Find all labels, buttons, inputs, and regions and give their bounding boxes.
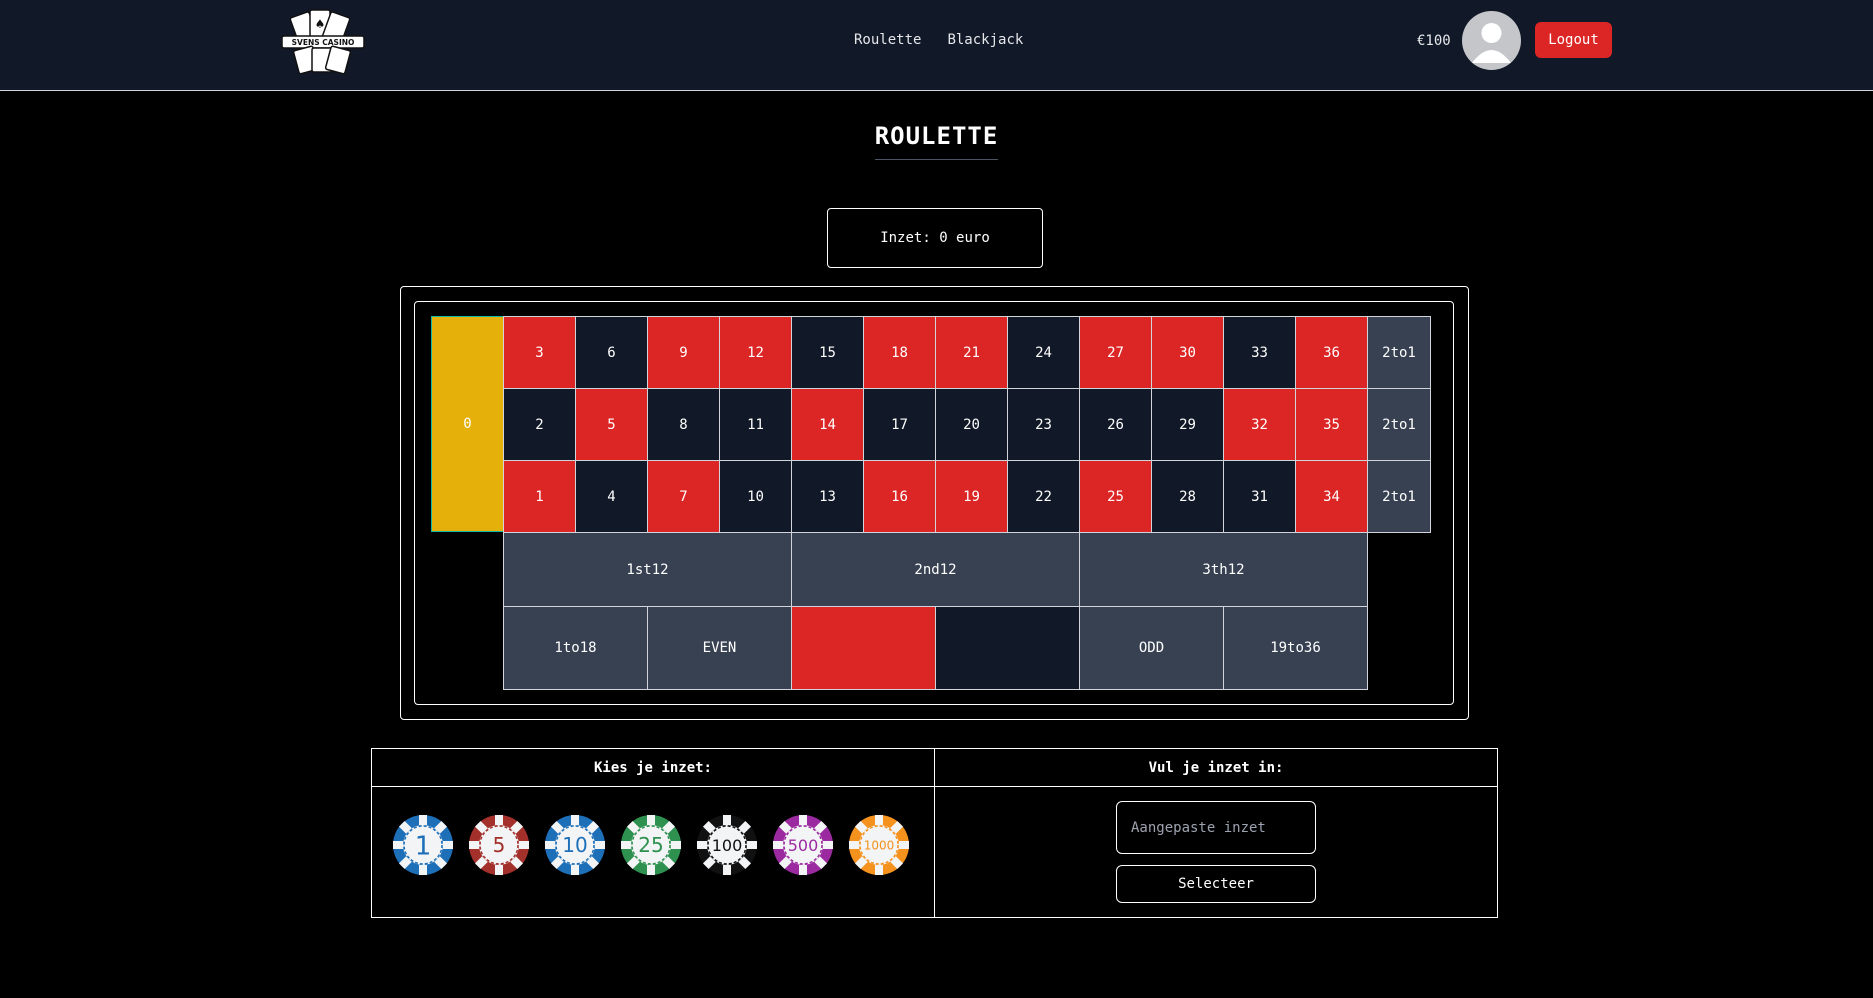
select-button[interactable]: Selecteer [1116,865,1316,903]
cell-number-30[interactable]: 30 [1151,316,1224,389]
chip-5[interactable]: 5 [468,814,530,876]
cell-number-13[interactable]: 13 [791,460,864,533]
cell-red[interactable] [791,606,936,690]
stake-display: Inzet: 0 euro [827,208,1043,268]
cell-number-9[interactable]: 9 [647,316,720,389]
poker-chip-icon: 500 [773,815,833,875]
cell-number-18[interactable]: 18 [863,316,936,389]
cell-number-7[interactable]: 7 [647,460,720,533]
cell-number-21[interactable]: 21 [935,316,1008,389]
cell-number-34[interactable]: 34 [1295,460,1368,533]
chip-500[interactable]: 500 [772,814,834,876]
cell-19to36[interactable]: 19to36 [1223,606,1368,690]
cell-number-33[interactable]: 33 [1223,316,1296,389]
logout-button[interactable]: Logout [1535,22,1612,58]
cell-number-36[interactable]: 36 [1295,316,1368,389]
cell-number-16[interactable]: 16 [863,460,936,533]
chip-row: 1 5 10 25 100 500 1000 [392,814,910,876]
cell-number-20[interactable]: 20 [935,388,1008,461]
cell-zero[interactable]: 0 [431,316,504,532]
choose-bet-heading: Kies je inzet: [593,759,712,776]
cell-number-4[interactable]: 4 [575,460,648,533]
svens-casino-logo[interactable]: ♠ SVENS CASINO [280,8,366,75]
cell-odd[interactable]: ODD [1079,606,1224,690]
balance-display: €100 [1417,33,1451,49]
cell-column-bet[interactable]: 2to1 [1367,316,1431,389]
bet-panel: Kies je inzet: Vul je inzet in: 1 5 10 25 10… [371,748,1498,918]
custom-bet-input[interactable] [1116,801,1316,854]
cell-column-bet[interactable]: 2to1 [1367,388,1431,461]
cell-number-29[interactable]: 29 [1151,388,1224,461]
cell-number-14[interactable]: 14 [791,388,864,461]
svg-text:♠: ♠ [315,17,326,31]
poker-chip-icon: 5 [469,815,529,875]
poker-chip-icon: 1000 [849,815,909,875]
chip-value-label: 100 [712,836,743,855]
chip-25[interactable]: 25 [620,814,682,876]
cell-number-27[interactable]: 27 [1079,316,1152,389]
cell-dozen-3[interactable]: 3th12 [1079,532,1368,607]
cell-even[interactable]: EVEN [647,606,792,690]
chip-value-label: 25 [638,833,663,857]
cell-number-22[interactable]: 22 [1007,460,1080,533]
user-avatar[interactable] [1462,11,1521,70]
custom-bet-heading: Vul je inzet in: [1148,759,1284,776]
chip-value-label: 500 [788,836,819,855]
chip-value-label: 5 [493,833,506,857]
cell-number-1[interactable]: 1 [503,460,576,533]
nav-blackjack-link[interactable]: Blackjack [947,32,1023,48]
chip-value-label: 1 [415,831,432,861]
cell-number-26[interactable]: 26 [1079,388,1152,461]
cell-number-19[interactable]: 19 [935,460,1008,533]
chip-1000[interactable]: 1000 [848,814,910,876]
cell-number-32[interactable]: 32 [1223,388,1296,461]
nav-roulette-link[interactable]: Roulette [854,32,921,48]
cell-column-bet[interactable]: 2to1 [1367,460,1431,533]
cell-number-6[interactable]: 6 [575,316,648,389]
page-title-wrap: ROULETTE [0,122,1873,160]
cell-number-25[interactable]: 25 [1079,460,1152,533]
cell-dozen-1[interactable]: 1st12 [503,532,792,607]
page-title: ROULETTE [874,122,999,160]
chip-value-label: 1000 [864,838,895,852]
cell-number-28[interactable]: 28 [1151,460,1224,533]
cell-number-15[interactable]: 15 [791,316,864,389]
poker-chip-icon: 10 [545,815,605,875]
cell-dozen-2[interactable]: 2nd12 [791,532,1080,607]
poker-chip-icon: 1 [393,815,453,875]
cell-number-24[interactable]: 24 [1007,316,1080,389]
cell-number-5[interactable]: 5 [575,388,648,461]
cell-number-17[interactable]: 17 [863,388,936,461]
cell-number-12[interactable]: 12 [719,316,792,389]
cell-number-23[interactable]: 23 [1007,388,1080,461]
chip-value-label: 10 [562,833,587,857]
cell-number-8[interactable]: 8 [647,388,720,461]
cell-1to18[interactable]: 1to18 [503,606,648,690]
cell-number-35[interactable]: 35 [1295,388,1368,461]
user-icon [1472,23,1511,63]
chip-100[interactable]: 100 [696,814,758,876]
cell-black[interactable] [935,606,1080,690]
chip-1[interactable]: 1 [392,814,454,876]
cell-number-11[interactable]: 11 [719,388,792,461]
cell-number-31[interactable]: 31 [1223,460,1296,533]
cell-number-2[interactable]: 2 [503,388,576,461]
chip-10[interactable]: 10 [544,814,606,876]
cell-number-10[interactable]: 10 [719,460,792,533]
main-nav: Roulette Blackjack [854,32,1023,48]
poker-chip-icon: 100 [697,815,757,875]
cell-number-3[interactable]: 3 [503,316,576,389]
svg-text:SVENS CASINO: SVENS CASINO [292,38,355,47]
poker-chip-icon: 25 [621,815,681,875]
panel-divider [372,786,1497,787]
top-navbar: ♠ SVENS CASINO Roulette Blackjack €100 L… [0,0,1873,91]
